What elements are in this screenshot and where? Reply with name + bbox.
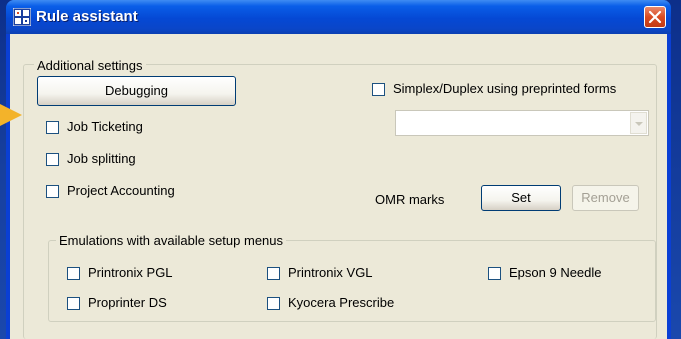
job-splitting-checkbox[interactable] — [46, 153, 59, 166]
arrow-pointer-icon — [0, 104, 22, 126]
forms-dropdown[interactable] — [395, 110, 649, 136]
emulations-group-title: Emulations with available setup menus — [56, 233, 287, 248]
printronix-vgl-label: Printronix VGL — [288, 265, 373, 280]
job-ticketing-label: Job Ticketing — [67, 119, 143, 134]
kyocera-prescribe-label: Kyocera Prescribe — [288, 295, 395, 310]
kyocera-prescribe-checkbox[interactable] — [267, 297, 280, 310]
epson-9-needle-label: Epson 9 Needle — [509, 265, 602, 280]
printronix-pgl-checkbox[interactable] — [67, 267, 80, 280]
close-icon — [648, 10, 662, 24]
close-button[interactable] — [644, 6, 666, 28]
proprinter-ds-checkbox[interactable] — [67, 297, 80, 310]
job-splitting-label: Job splitting — [67, 151, 136, 166]
dialog-client-area: Additional settings Debugging Simplex/Du… — [10, 34, 667, 339]
forms-dropdown-arrow[interactable] — [630, 112, 647, 134]
printronix-vgl-checkbox[interactable] — [267, 267, 280, 280]
simplex-duplex-label: Simplex/Duplex using preprinted forms — [393, 81, 617, 96]
title-bar[interactable]: Rule assistant — [6, 0, 671, 34]
debugging-button[interactable]: Debugging — [37, 76, 236, 106]
omr-remove-button[interactable]: Remove — [572, 185, 639, 211]
printronix-pgl-label: Printronix PGL — [88, 265, 173, 280]
simplex-duplex-checkbox[interactable] — [372, 83, 385, 96]
job-ticketing-checkbox[interactable] — [46, 121, 59, 134]
project-accounting-checkbox[interactable] — [46, 185, 59, 198]
rule-assistant-app-icon — [12, 7, 32, 27]
project-accounting-label: Project Accounting — [67, 183, 175, 198]
proprinter-ds-label: Proprinter DS — [88, 295, 167, 310]
window-title: Rule assistant — [36, 8, 138, 25]
epson-9-needle-checkbox[interactable] — [488, 267, 501, 280]
additional-settings-group-title: Additional settings — [34, 58, 146, 73]
omr-set-button[interactable]: Set — [481, 185, 561, 211]
rule-assistant-window: Rule assistant Additional settings Debug… — [6, 0, 671, 339]
omr-marks-label: OMR marks — [375, 192, 445, 207]
chevron-down-icon — [635, 122, 643, 126]
